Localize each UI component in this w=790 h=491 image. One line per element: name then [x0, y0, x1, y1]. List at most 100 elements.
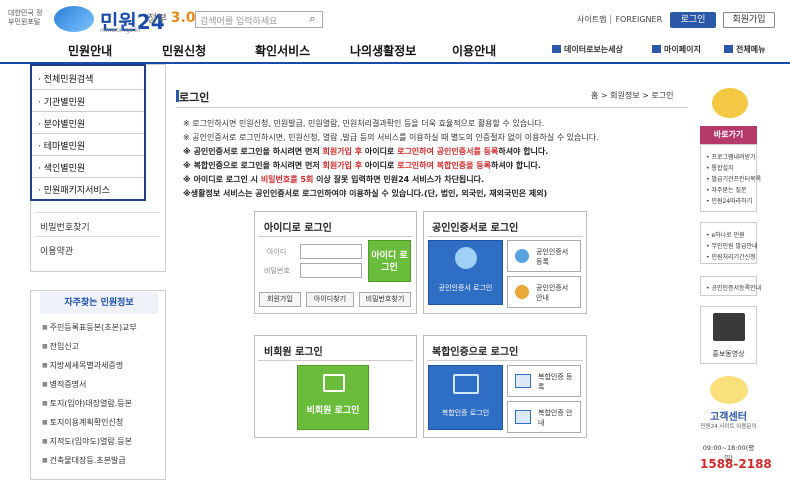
nav-dropdown-menu: 전체민원검색 기관별민원 분야별민원 테마별민원 색인별민원 민원패키지서비스: [30, 64, 146, 201]
find-password-button[interactable]: 비밀번호찾기: [359, 292, 411, 307]
divider: [258, 360, 413, 361]
gov-portal-text: 대한민국 정부민원포털: [8, 9, 43, 26]
person-icon: [652, 45, 661, 53]
search-input[interactable]: 검색어를 입력하세요: [195, 11, 323, 28]
nav-all-menu[interactable]: 전체메뉴: [724, 44, 765, 55]
right-link[interactable]: 발급기관프린터목록: [706, 174, 761, 183]
left-menu-terms[interactable]: 이용약관: [40, 244, 73, 257]
right-link[interactable]: 무인민원 발급안내: [706, 241, 757, 250]
video-clapper-icon: [713, 313, 745, 341]
callcenter-sub: 민원24 사이트 이용문의: [700, 424, 757, 430]
top-links: 사이트맵 FOREIGNER: [573, 14, 667, 25]
search-icon[interactable]: ⌕: [305, 12, 320, 27]
divider: [36, 236, 160, 237]
divider: [32, 155, 144, 156]
logo-emblem-icon: [54, 6, 94, 32]
complex-login-button[interactable]: 복합인증 로그인: [428, 365, 503, 430]
nonmember-login-button[interactable]: 비회원 로그인: [297, 365, 369, 430]
right-link[interactable]: e하나로 민원: [706, 230, 744, 239]
password-label: 비밀번호: [264, 267, 290, 275]
mascot-icon: [712, 88, 748, 118]
cert-guide-icon: [515, 285, 529, 299]
dropdown-item-all-search[interactable]: 전체민원검색: [38, 72, 94, 85]
join-small-button[interactable]: 회원가입: [259, 292, 301, 307]
right-link[interactable]: 자주묻는 질문: [706, 185, 746, 194]
divider: [258, 236, 413, 237]
notice-line: ※ 공인인증서로 로그인을 하시려면 먼저 회원가입 후 아이디로 로그인하여 …: [183, 147, 549, 156]
monitor-check-icon: [453, 374, 479, 394]
faq-title: 자주찾는 민원정보: [40, 292, 158, 314]
callcenter-phone: 1588-2188: [700, 457, 772, 471]
nav-minwon-apply[interactable]: 민원신청: [162, 42, 206, 59]
complex-register-icon: [515, 374, 531, 388]
nonmember-login-title: 비회원 로그인: [264, 347, 323, 358]
right-link[interactable]: 통합설치: [706, 163, 733, 172]
dropdown-item-package[interactable]: 민원패키지서비스: [38, 183, 110, 196]
divider: [36, 212, 160, 213]
divider: [176, 107, 688, 108]
divider: [32, 177, 144, 178]
callcenter-mascot-icon: [710, 376, 748, 404]
dropdown-item-by-index[interactable]: 색인별민원: [38, 161, 85, 174]
nav-usage-guide[interactable]: 이용안내: [452, 42, 496, 59]
complex-guide-icon: [515, 410, 531, 424]
faq-item[interactable]: 토지이용계획확인신청: [42, 417, 124, 428]
dropdown-item-by-theme[interactable]: 테마별민원: [38, 139, 85, 152]
monitor-icon: [323, 374, 345, 392]
divider: [427, 236, 583, 237]
divider: [427, 360, 583, 361]
faq-item[interactable]: 전입신고: [42, 341, 79, 352]
site-logo-sub: minwon.go.kr: [100, 27, 141, 34]
cert-login-button[interactable]: 공인인증서 로그인: [428, 240, 503, 305]
cert-register-icon: [515, 249, 529, 263]
login-button[interactable]: 로그인: [670, 12, 716, 28]
main-nav: 민원안내 민원신청 확인서비스 나의생활정보 이용안내 데이터로보는세상 마이페…: [0, 36, 790, 64]
right-link[interactable]: 민원24따라하기: [706, 196, 752, 205]
complex-register-button[interactable]: 복합인증 등록: [507, 365, 581, 397]
nav-life-info[interactable]: 나의생활정보: [350, 42, 416, 59]
monitor-icon: [552, 45, 561, 53]
dropdown-item-by-agency[interactable]: 기관별민원: [38, 95, 85, 108]
find-id-button[interactable]: 아이디찾기: [306, 292, 354, 307]
quicklinks-header: 바로가기: [700, 126, 757, 144]
complex-guide-button[interactable]: 복합인증 안내: [507, 401, 581, 433]
foreigner-link[interactable]: FOREIGNER: [610, 15, 667, 24]
password-input[interactable]: [300, 263, 362, 278]
cert-usb-icon: [455, 247, 477, 269]
cert-guide-button[interactable]: 공인인증서 안내: [507, 276, 581, 308]
nav-minwon-info[interactable]: 민원안내: [68, 42, 112, 59]
nav-mypage[interactable]: 마이페이지: [652, 44, 701, 55]
faq-item[interactable]: 병적증명서: [42, 379, 87, 390]
divider: [32, 89, 144, 90]
callcenter-title: 고객센터: [710, 412, 747, 423]
divider: [32, 111, 144, 112]
nav-verify-service[interactable]: 확인서비스: [255, 42, 310, 59]
menu-icon: [724, 45, 733, 53]
id-input[interactable]: [300, 244, 362, 259]
join-button[interactable]: 회원가입: [723, 12, 775, 28]
complex-login-title: 복합인증으로 로그인: [432, 347, 519, 358]
left-menu-find-password[interactable]: 비밀번호찾기: [40, 220, 90, 233]
notice-line: ※ 공인인증서로 로그인하시면, 민원신청, 열람 ,발급 등의 서비스를 이용…: [183, 133, 599, 142]
id-login-button[interactable]: 아이디 로그인: [368, 240, 411, 282]
faq-item[interactable]: 토지(임야)대장열람.등본: [42, 398, 132, 409]
right-link[interactable]: 민원처리기간신청: [706, 252, 755, 261]
promo-video-box[interactable]: 홍보동영상: [700, 306, 757, 364]
faq-item[interactable]: 주민등록표등본(초본)교부: [42, 322, 137, 333]
faq-item[interactable]: 지적도(임야도)열람.등본: [42, 436, 132, 447]
cert-register-button[interactable]: 공인인증서 등록: [507, 240, 581, 272]
right-link[interactable]: 프로그램내려받기: [706, 152, 755, 161]
gov30-logo: 정부 3.0: [147, 10, 196, 26]
nav-data-world[interactable]: 데이터로보는세상: [552, 44, 623, 55]
faq-item[interactable]: 지방세세목별과세증명: [42, 360, 124, 371]
notice-line: ※ 복합인증으로 로그인을 하시려면 먼저 회원가입 후 아이디로 로그인하여 …: [183, 161, 541, 170]
notice-line: ※생활정보 서비스는 공인인증서로 로그인하여야 이용하실 수 있습니다.(단,…: [183, 189, 548, 198]
faq-item[interactable]: 건축물대장등.초본발급: [42, 455, 126, 466]
sitemap-link[interactable]: 사이트맵: [573, 15, 610, 24]
cert-login-title: 공인인증서로 로그인: [432, 223, 519, 234]
id-login-title: 아이디로 로그인: [264, 223, 332, 234]
right-link[interactable]: 공인인증서등록안내: [706, 283, 761, 292]
id-label: 아이디: [267, 248, 287, 256]
notice-line: ※ 로그인하시면 민원신청, 민원발급, 민원열람, 민원처리결과확인 등을 더…: [183, 119, 545, 128]
dropdown-item-by-field[interactable]: 분야별민원: [38, 117, 85, 130]
